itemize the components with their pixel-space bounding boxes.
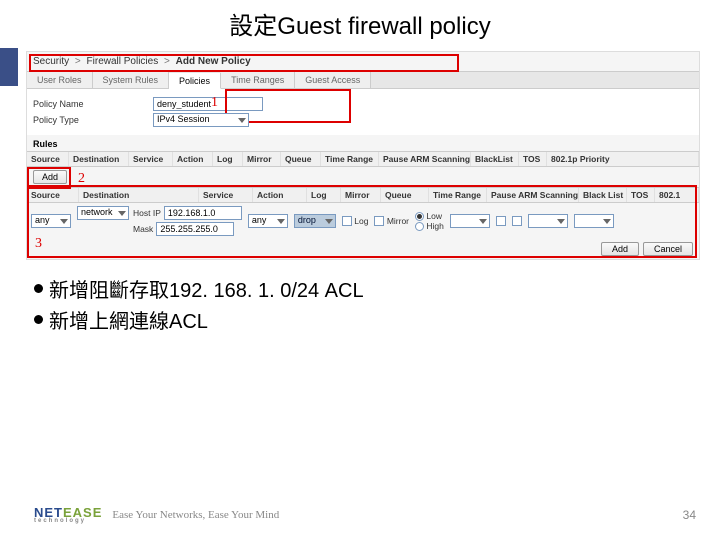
rule-button-row: Add Cancel [27, 239, 699, 259]
tos-select[interactable] [528, 214, 568, 228]
hdr-time-range: Time Range [321, 152, 379, 166]
crumb-policies[interactable]: Firewall Policies [87, 56, 159, 67]
dest-type-select[interactable]: network [77, 206, 129, 220]
hdr2-destination: Destination [79, 188, 199, 202]
bullet-2: 新增上網連線ACL [49, 305, 208, 334]
hdr2-tos: TOS [627, 188, 655, 202]
priority-select[interactable] [574, 214, 614, 228]
host-ip-input[interactable] [164, 206, 242, 220]
hdr2-service: Service [199, 188, 253, 202]
bullets: 新增阻斷存取192. 168. 1. 0/24 ACL 新增上網連線ACL [34, 274, 686, 334]
policy-type-select[interactable]: IPv4 Session [153, 113, 249, 127]
hdr-source: Source [27, 152, 69, 166]
queue-high-radio[interactable] [415, 222, 424, 231]
logo: NETEASE technology [34, 505, 102, 524]
hdr-queue: Queue [281, 152, 321, 166]
queue-low-label: Low [426, 211, 442, 221]
host-ip-label: Host IP [133, 208, 161, 218]
service-select[interactable]: any [248, 214, 288, 228]
hdr2-pause-arm: Pause ARM Scanning [487, 188, 579, 202]
log-checkbox[interactable] [342, 216, 352, 226]
action-select[interactable]: drop [294, 214, 336, 228]
time-range-select[interactable] [450, 214, 490, 228]
rule-edit-row: any network Host IP Mask any drop [27, 203, 699, 239]
hdr2-log: Log [307, 188, 341, 202]
crumb-add-new: Add New Policy [176, 56, 251, 67]
policy-type-label: Policy Type [33, 115, 153, 125]
mask-input[interactable] [156, 222, 234, 236]
hdr-service: Service [129, 152, 173, 166]
hdr-8021p: 802.1p Priority [547, 152, 699, 166]
mirror-label: Mirror [387, 216, 409, 226]
tab-guest-access[interactable]: Guest Access [295, 72, 371, 88]
annot-2: 2 [78, 171, 85, 187]
rules-header: Source Destination Service Action Log Mi… [27, 151, 699, 167]
queue-high-label: High [426, 221, 443, 231]
hdr2-source: Source [27, 188, 79, 202]
hdr2-action: Action [253, 188, 307, 202]
queue-group: Low High [415, 211, 444, 232]
tab-policies[interactable]: Policies [169, 73, 221, 89]
tab-user-roles[interactable]: User Roles [27, 72, 93, 88]
hdr2-time-range: Time Range [429, 188, 487, 202]
hdr2-blacklist: Black List [579, 188, 627, 202]
chevron-right-icon: > [75, 56, 81, 67]
rule-edit-header: Source Destination Service Action Log Mi… [27, 187, 699, 203]
page-number: 34 [683, 508, 696, 522]
crumb-security[interactable]: Security [33, 56, 69, 67]
form-area: 1 Policy Name Policy Type IPv4 Session [27, 89, 699, 135]
hdr2-mirror: Mirror [341, 188, 381, 202]
rule-add-button[interactable]: Add [601, 242, 639, 256]
source-select[interactable]: any [31, 214, 71, 228]
firewall-policy-panel: Security > Firewall Policies > Add New P… [26, 51, 700, 260]
bullet-1: 新增阻斷存取192. 168. 1. 0/24 ACL [49, 274, 364, 303]
bullet-icon [34, 284, 43, 293]
chevron-right-icon: > [164, 56, 170, 67]
mirror-checkbox[interactable] [374, 216, 384, 226]
blacklist-checkbox[interactable] [512, 216, 522, 226]
log-label: Log [354, 216, 368, 226]
slide-title: 設定Guest firewall policy [0, 0, 720, 51]
pause-arm-checkbox[interactable] [496, 216, 506, 226]
queue-low-radio[interactable] [415, 212, 424, 221]
tab-time-ranges[interactable]: Time Ranges [221, 72, 295, 88]
hdr-blacklist: BlackList [471, 152, 519, 166]
hdr-tos: TOS [519, 152, 547, 166]
log-group: Log [342, 216, 369, 227]
hdr-pause-arm: Pause ARM Scanning [379, 152, 471, 166]
hdr2-queue: Queue [381, 188, 429, 202]
hdr2-8021: 802.1 [655, 188, 699, 202]
footer: NETEASE technology Ease Your Networks, E… [34, 505, 696, 524]
policy-name-input[interactable] [153, 97, 263, 111]
dest-host-block: Host IP Mask [133, 206, 242, 236]
bullet-icon [34, 315, 43, 324]
add-rule-button[interactable]: Add [33, 170, 67, 184]
hdr-log: Log [213, 152, 243, 166]
mirror-group: Mirror [374, 216, 409, 227]
mask-label: Mask [133, 224, 153, 234]
tab-bar: User Roles System Rules Policies Time Ra… [27, 71, 699, 89]
tagline: Ease Your Networks, Ease Your Mind [112, 509, 279, 521]
hdr-mirror: Mirror [243, 152, 281, 166]
rules-label: Rules [27, 135, 699, 151]
side-stripe [0, 48, 18, 86]
hdr-destination: Destination [69, 152, 129, 166]
breadcrumb: Security > Firewall Policies > Add New P… [27, 52, 699, 71]
tab-system-rules[interactable]: System Rules [93, 72, 170, 88]
hdr-action: Action [173, 152, 213, 166]
policy-name-label: Policy Name [33, 99, 153, 109]
rule-cancel-button[interactable]: Cancel [643, 242, 693, 256]
